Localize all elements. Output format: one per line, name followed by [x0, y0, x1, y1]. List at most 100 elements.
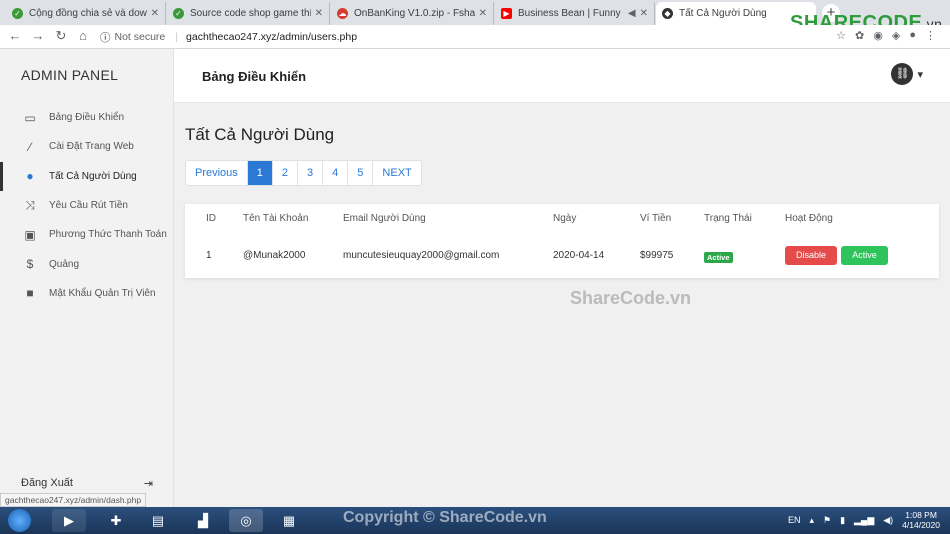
column-header: ID [206, 213, 216, 224]
menu-dots-icon[interactable]: ⋮ [925, 29, 936, 42]
signal-icon[interactable]: ▂▄▆ [854, 515, 874, 526]
cell-email: muncutesieuquay2000@gmail.com [343, 250, 500, 261]
status-bar-url: gachthecao247.xyz/admin/dash.php [0, 493, 147, 507]
navbar-title: Bảng Điều Khiển [202, 69, 307, 84]
user-icon: ● [26, 169, 34, 184]
column-header: Ngày [553, 213, 577, 224]
sign-out-icon: ⇥ [143, 478, 153, 490]
shield-icon: ◆ [662, 8, 673, 19]
logout-label: Đăng Xuất [21, 477, 73, 489]
pagination: Previous 1 2 3 4 5 NEXT [185, 160, 422, 186]
tab-title: OnBanKing V1.0.zip - Fshare [354, 8, 475, 19]
sidebar-item-ads[interactable]: $ Quảng [0, 249, 173, 278]
browser-tab[interactable]: ▶ Business Bean | Funny Carto ◀ ✕ [495, 2, 655, 25]
browser-tab-strip: ✓ Cộng đồng chia sẻ và download ✕ ✓ Sour… [0, 0, 950, 34]
column-header: Ví Tiền [640, 213, 672, 224]
security-label: Not secure [114, 31, 166, 43]
speaker-icon[interactable]: ◀ [628, 8, 636, 19]
fshare-icon: ☁ [337, 8, 348, 19]
flag-icon[interactable]: ⚑ [823, 515, 831, 526]
profile-icon[interactable]: ● [909, 29, 916, 42]
tab-title: Business Bean | Funny Carto [518, 8, 624, 19]
user-menu[interactable]: ⛓ ▾ [891, 63, 923, 85]
dollar-icon: $ [26, 257, 34, 272]
info-icon[interactable]: ⓘ [100, 30, 111, 45]
chart-app-icon[interactable]: ▟ [186, 509, 220, 532]
watermark-copyright: Copyright © ShareCode.vn [343, 509, 547, 526]
browser-tab[interactable]: ✓ Cộng đồng chia sẻ và download ✕ [6, 2, 166, 25]
laptop-icon: ▭ [24, 110, 36, 125]
clock[interactable]: 1:08 PM 4/14/2020 [902, 510, 940, 530]
cell-date: 2020-04-14 [553, 250, 605, 261]
cell-wallet: $99975 [640, 250, 674, 261]
users-table: ID Tên Tài Khoản Email Người Dùng Ngày V… [185, 204, 939, 278]
pagination-page[interactable]: 5 [348, 161, 374, 185]
column-header: Email Người Dùng [343, 213, 426, 224]
chrome-icon[interactable]: ◎ [229, 509, 263, 532]
pagination-previous[interactable]: Previous [186, 161, 248, 185]
extension-icon[interactable]: ✿ [855, 29, 864, 42]
sidebar-item-withdraw-requests[interactable]: ⤨ Yêu Cầu Rút Tiền [0, 191, 173, 220]
forward-icon[interactable]: → [29, 28, 47, 43]
shield-app-icon[interactable]: ✚ [99, 509, 133, 532]
network-icon[interactable]: ▮ [840, 515, 845, 526]
close-icon[interactable]: ✕ [151, 8, 159, 19]
pagination-page[interactable]: 1 [247, 161, 273, 185]
windows-start-icon[interactable] [8, 509, 31, 532]
sidebar-item-label: Cài Đặt Trang Web [49, 141, 134, 153]
browser-extension-icons: ☆ ✿ ◉ ◈ ● ⋮ [836, 29, 936, 42]
money-bill-icon: ▣ [24, 227, 36, 242]
close-icon[interactable]: ✕ [479, 8, 487, 19]
star-icon[interactable]: ☆ [836, 29, 846, 42]
disable-button[interactable]: Disable [785, 246, 837, 265]
media-player-icon[interactable]: ▶ [52, 509, 86, 532]
sidebar: ADMIN PANEL ▭ Bảng Điều Khiển ⁄ Cài Đặt … [0, 49, 174, 507]
browser-tab[interactable]: ✓ Source code shop game thích h ✕ [167, 2, 330, 25]
sidebar-item-all-users[interactable]: ● Tất Cả Người Dùng [0, 161, 173, 191]
extension-icon[interactable]: ◉ [873, 29, 883, 42]
sidebar-item-label: Phương Thức Thanh Toán [49, 229, 167, 241]
home-icon[interactable]: ⌂ [74, 28, 92, 43]
magic-wand-icon: ⁄ [28, 139, 31, 154]
sidebar-title: ADMIN PANEL [21, 67, 119, 83]
watermark-center: ShareCode.vn [570, 288, 692, 308]
pagination-page[interactable]: 4 [323, 161, 349, 185]
pagination-next[interactable]: NEXT [373, 161, 420, 185]
sidebar-item-payment-methods[interactable]: ▣ Phương Thức Thanh Toán [0, 220, 173, 249]
remote-desktop-icon[interactable]: ▦ [272, 509, 306, 532]
sharecode-icon: ✓ [173, 8, 184, 19]
back-icon[interactable]: ← [6, 28, 24, 43]
language-indicator[interactable]: EN [788, 515, 801, 525]
pagination-page[interactable]: 2 [273, 161, 299, 185]
sidebar-item-site-settings[interactable]: ⁄ Cài Đặt Trang Web [0, 132, 173, 161]
reload-icon[interactable]: ↻ [52, 28, 70, 44]
close-icon[interactable]: ✕ [315, 8, 323, 19]
url-text: gachthecao247.xyz/admin/users.php [186, 31, 358, 43]
tray-arrow-icon[interactable]: ▴ [809, 515, 814, 526]
main-content: Tất Cả Người Dùng Previous 1 2 3 4 5 NEX… [174, 103, 950, 507]
url-field[interactable]: ⓘ Not secure | gachthecao247.xyz/admin/u… [100, 28, 790, 46]
column-header: Hoạt Động [785, 213, 833, 224]
pagination-page[interactable]: 3 [298, 161, 324, 185]
column-header: Trạng Thái [704, 213, 752, 224]
activate-button[interactable]: Active [841, 246, 888, 265]
sidebar-item-label: Tất Cả Người Dùng [49, 170, 137, 182]
sidebar-item-admin-password[interactable]: ■ Mật Khẩu Quản Trị Viên [0, 279, 173, 308]
column-header: Tên Tài Khoản [243, 213, 309, 224]
divider: | [175, 31, 179, 43]
sidebar-item-dashboard[interactable]: ▭ Bảng Điều Khiển [0, 103, 173, 132]
browser-tab[interactable]: ☁ OnBanKing V1.0.zip - Fshare ✕ [331, 2, 494, 25]
volume-icon[interactable]: ◀) [883, 515, 893, 526]
logout-link[interactable]: Đăng Xuất ⇥ [21, 477, 153, 490]
lock-icon: ■ [26, 286, 34, 301]
extension-icon[interactable]: ◈ [892, 29, 900, 42]
status-badge: Active [704, 252, 733, 263]
link-avatar-icon: ⛓ [891, 63, 914, 85]
sidebar-item-label: Mật Khẩu Quản Trị Viên [49, 287, 156, 299]
system-tray: EN ▴ ⚑ ▮ ▂▄▆ ◀) 1:08 PM 4/14/2020 [788, 510, 940, 530]
close-icon[interactable]: ✕ [640, 8, 648, 19]
page-title: Tất Cả Người Dùng [185, 125, 335, 144]
sidebar-item-label: Bảng Điều Khiển [49, 112, 125, 124]
cell-id: 1 [206, 250, 212, 261]
folder-icon[interactable]: ▤ [141, 509, 175, 532]
